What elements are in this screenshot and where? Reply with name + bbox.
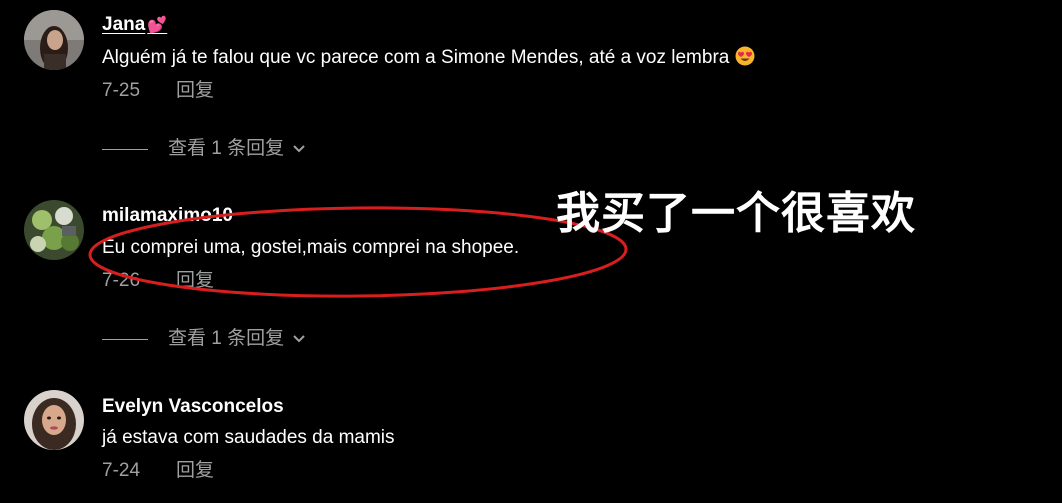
avatar[interactable] [24,390,84,450]
chevron-down-icon [293,145,305,153]
comment-username[interactable]: Evelyn Vasconcelos [102,396,284,418]
overlay-caption: 我买了一个很喜欢 [556,188,916,239]
comment-meta: 7-24 回复 [102,460,214,482]
chevron-down-icon [293,335,305,343]
view-replies-label: 查看 1 条回复 [168,138,285,159]
divider-dash [102,338,148,340]
view-replies-button[interactable]: 查看 1 条回复 [102,138,306,160]
view-replies-button[interactable]: 查看 1 条回复 [102,328,306,350]
comment-meta: 7-25 回复 [102,80,214,102]
view-replies-label: 查看 1 条回复 [168,328,285,349]
divider-dash [102,148,148,150]
reply-button[interactable]: 回复 [176,80,214,101]
highlight-ellipse [88,206,628,298]
heart-eyes-emoji-icon [735,46,755,66]
reply-button[interactable]: 回复 [176,460,214,481]
comment-date: 7-24 [102,460,141,481]
comment-username[interactable]: Jana 💕 [102,14,167,37]
comment-date: 7-25 [102,80,141,101]
avatar[interactable] [24,200,84,260]
comment-text: já estava com saudades da mamis [102,427,395,448]
heart-icon: 💕 [147,17,168,34]
avatar[interactable] [24,10,84,70]
comment-text: Alguém já te falou que vc parece com a S… [102,46,755,69]
